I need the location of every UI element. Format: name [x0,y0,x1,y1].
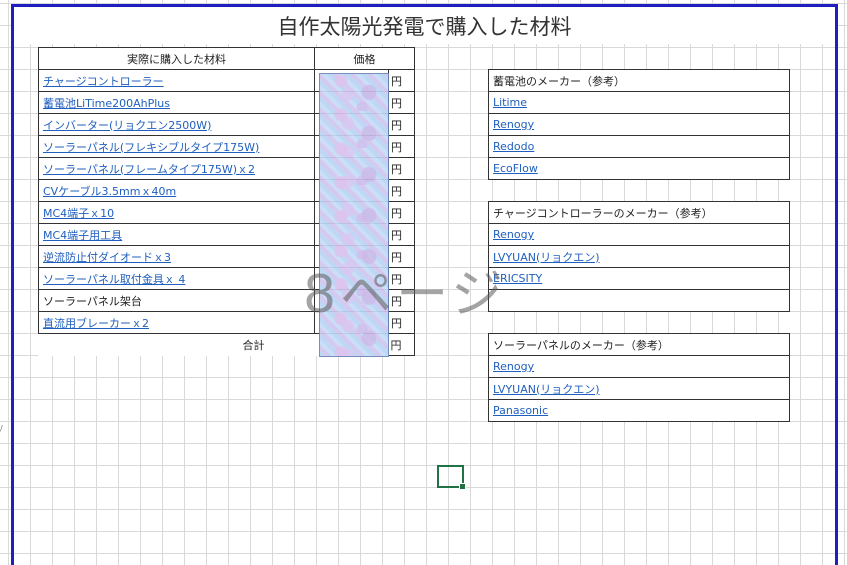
material-label: ソーラーパネル架台 [43,294,142,308]
maker-cell[interactable]: EcoFlow [488,157,790,180]
yen-unit-cell[interactable]: 円 [388,113,415,136]
material-name-cell[interactable]: CVケーブル3.5mmｘ40m [38,179,315,202]
maker-header-row: ソーラーパネルのメーカー（参考） [488,333,790,356]
maker-header-cell[interactable]: チャージコントローラーのメーカー（参考） [488,201,790,224]
maker-cell[interactable]: LVYUAN(リョクエン) [488,245,790,268]
material-name-cell[interactable]: ソーラーパネル取付金具ｘ 4 [38,267,315,290]
maker-row: Renogy [488,355,790,378]
maker-header-row: チャージコントローラーのメーカー（参考） [488,201,790,224]
material-link[interactable]: 逆流防止付ダイオードｘ3 [43,251,171,264]
page-number-watermark: 8ページ [303,265,508,325]
material-name-cell[interactable]: 直流用ブレーカーｘ2 [38,311,315,334]
row-edge-mark: / [0,424,3,433]
yen-unit-cell[interactable]: 円 [388,69,415,92]
maker-cell[interactable]: Redodo [488,135,790,158]
sheet-title[interactable]: 自作太陽光発電で購入した材料 [14,7,835,44]
maker-row: Renogy [488,223,790,246]
materials-header-row: 実際に購入した材料 価格 [38,47,415,70]
material-link[interactable]: MC4端子用工具 [43,229,122,242]
maker-link[interactable]: Panasonic [493,404,548,417]
maker-cell[interactable]: ERICSITY [488,267,790,290]
material-link[interactable]: 直流用ブレーカーｘ2 [43,317,149,330]
maker-row: ERICSITY [488,267,790,290]
material-name-cell[interactable]: MC4端子用工具 [38,223,315,246]
yen-unit-cell[interactable]: 円 [388,179,415,202]
material-name-cell[interactable]: 逆流防止付ダイオードｘ3 [38,245,315,268]
maker-link[interactable]: Redodo [493,140,534,153]
yen-unit-cell[interactable]: 円 [388,157,415,180]
maker-row: Redodo [488,135,790,158]
material-name-cell[interactable]: MC4端子ｘ10 [38,201,315,224]
maker-header-row: 蓄電池のメーカー（参考） [488,69,790,92]
maker-cell[interactable]: Renogy [488,113,790,136]
panel-maker-table: ソーラーパネルのメーカー（参考） Renogy LVYUAN(リョクエン) Panas… [488,333,790,422]
maker-cell[interactable]: Renogy [488,223,790,246]
yen-unit-cell[interactable]: 円 [388,135,415,158]
maker-link[interactable]: LVYUAN(リョクエン) [493,383,600,396]
maker-link[interactable]: Renogy [493,118,534,131]
material-name-cell[interactable]: インバーター(リョクエン2500W) [38,113,315,136]
material-name-cell[interactable]: チャージコントローラー [38,69,315,92]
maker-row [488,289,790,312]
maker-row: Litime [488,91,790,114]
total-yen-unit-cell[interactable]: 円 [388,333,415,356]
header-price[interactable]: 価格 [314,47,415,70]
material-name-cell[interactable]: ソーラーパネル架台 [38,289,315,312]
material-link[interactable]: ソーラーパネル取付金具ｘ 4 [43,273,185,286]
maker-row: LVYUAN(リョクエン) [488,377,790,400]
material-link[interactable]: インバーター(リョクエン2500W) [43,119,211,132]
material-link[interactable]: MC4端子ｘ10 [43,207,114,220]
material-link[interactable]: ソーラーパネル(フレキシブルタイプ175W) [43,141,259,154]
material-link[interactable]: 蓄電池LiTime200AhPlus [43,97,170,110]
maker-cell[interactable]: Panasonic [488,399,790,422]
maker-link[interactable]: EcoFlow [493,162,538,175]
material-name-cell[interactable]: 蓄電池LiTime200AhPlus [38,91,315,114]
maker-header-cell[interactable]: ソーラーパネルのメーカー（参考） [488,333,790,356]
material-name-cell[interactable]: ソーラーパネル(フレームタイプ175W)ｘ2 [38,157,315,180]
material-link[interactable]: CVケーブル3.5mmｘ40m [43,185,176,198]
maker-link[interactable]: LVYUAN(リョクエン) [493,251,600,264]
maker-row: LVYUAN(リョクエン) [488,245,790,268]
maker-cell[interactable]: Renogy [488,355,790,378]
maker-link[interactable]: Litime [493,96,527,109]
header-material-name[interactable]: 実際に購入した材料 [38,47,315,70]
maker-row: EcoFlow [488,157,790,180]
yen-unit-cell[interactable]: 円 [388,223,415,246]
maker-header-cell[interactable]: 蓄電池のメーカー（参考） [488,69,790,92]
material-link[interactable]: ソーラーパネル(フレームタイプ175W)ｘ2 [43,163,255,176]
material-link[interactable]: チャージコントローラー [43,75,164,88]
yen-unit-cell[interactable]: 円 [388,201,415,224]
maker-cell[interactable]: LVYUAN(リョクエン) [488,377,790,400]
total-label-cell[interactable]: 合計 [39,334,315,356]
material-name-cell[interactable]: ソーラーパネル(フレキシブルタイプ175W) [38,135,315,158]
maker-cell[interactable]: Litime [488,91,790,114]
maker-cell[interactable] [488,289,790,312]
charger-maker-table: チャージコントローラーのメーカー（参考） Renogy LVYUAN(リョクエン) E… [488,201,790,312]
maker-link[interactable]: Renogy [493,228,534,241]
battery-maker-table: 蓄電池のメーカー（参考） Litime Renogy Redodo EcoFlow [488,69,790,180]
maker-row: Renogy [488,113,790,136]
yen-unit-cell[interactable]: 円 [388,91,415,114]
active-cell-selection[interactable] [437,465,466,490]
maker-row: Panasonic [488,399,790,422]
maker-link[interactable]: Renogy [493,360,534,373]
